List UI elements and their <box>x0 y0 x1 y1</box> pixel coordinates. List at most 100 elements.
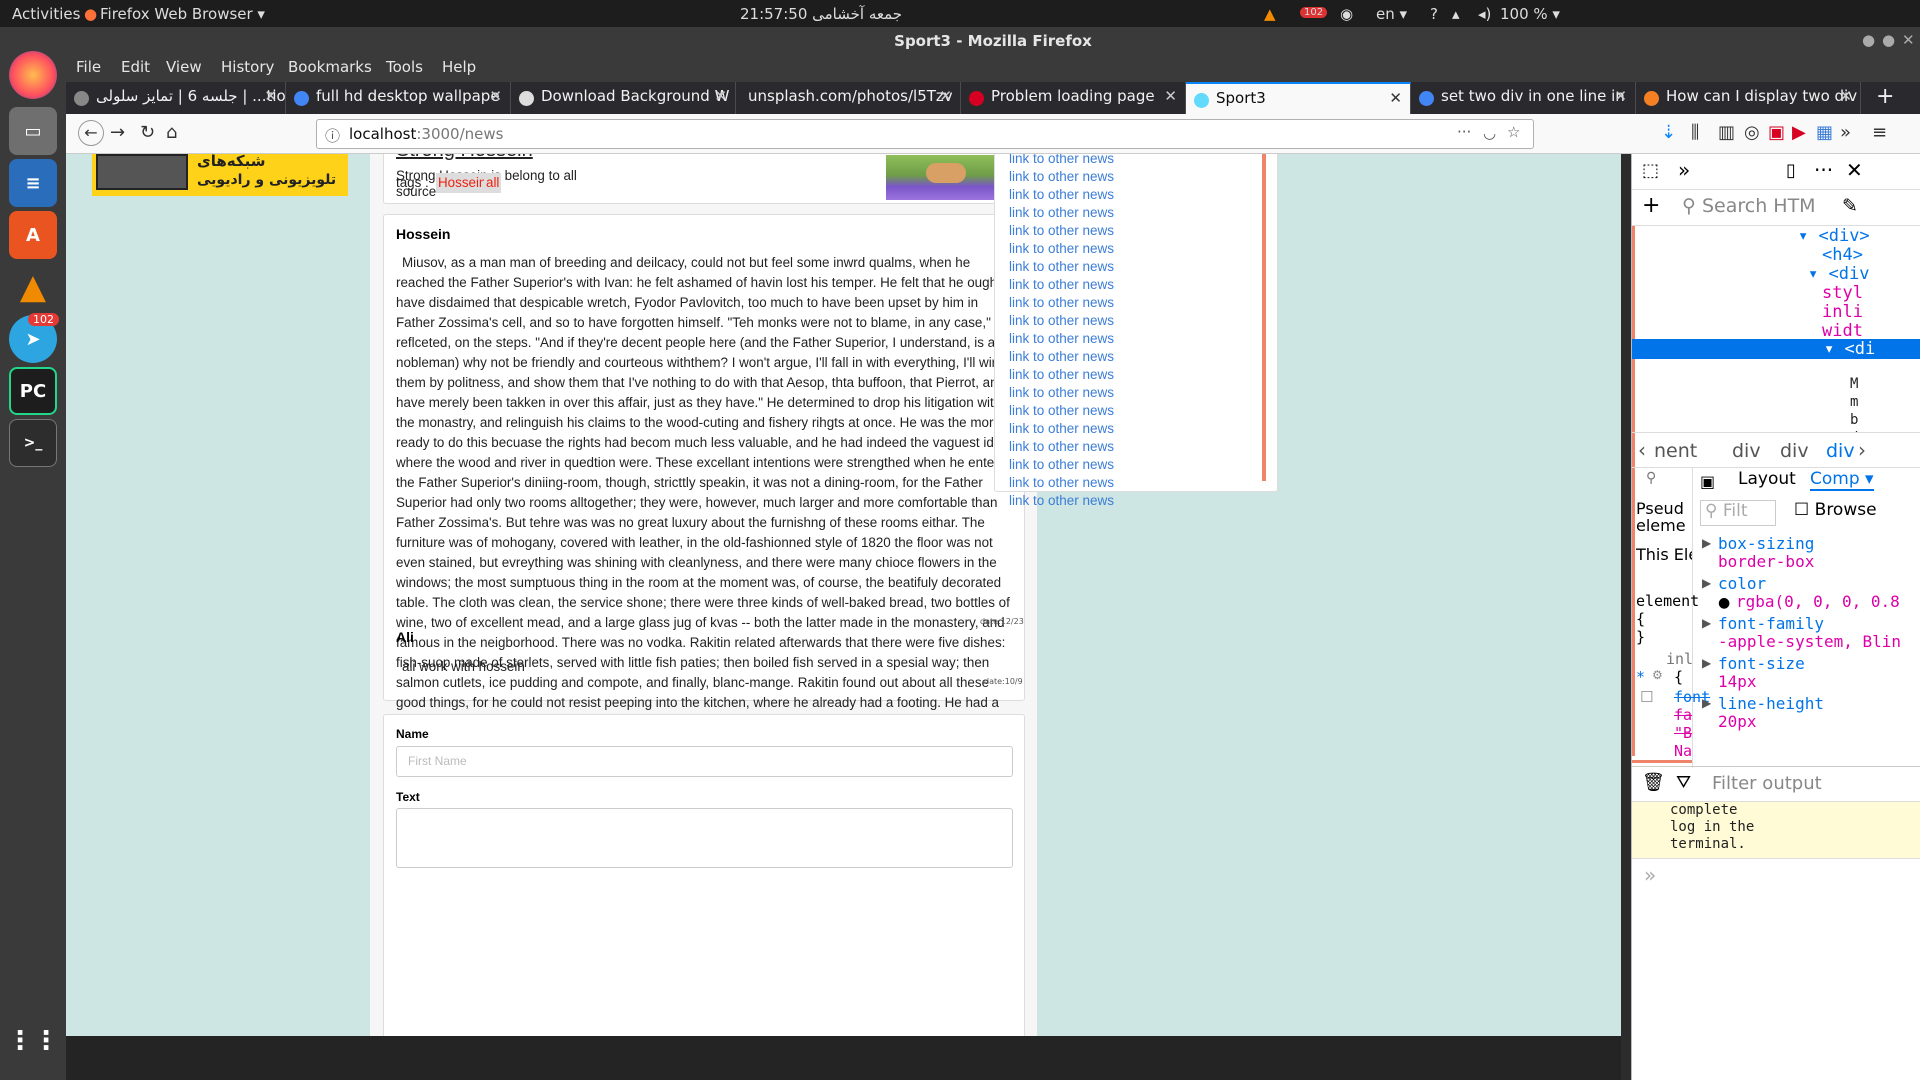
related-news-link[interactable]: link to other news <box>1009 295 1114 310</box>
tab-2[interactable]: Download Background W ✕ <box>511 82 736 114</box>
tag-all[interactable]: all <box>484 173 502 193</box>
universal-selector[interactable]: * <box>1636 668 1645 686</box>
post-title[interactable]: Strong Hossein <box>396 154 533 162</box>
translate-icon[interactable]: ▦ <box>1816 122 1833 143</box>
hamburger-menu-icon[interactable]: ≡ <box>1872 122 1887 143</box>
tree-attr[interactable]: widt <box>1822 321 1863 341</box>
battery-status[interactable]: 100 % ▾ <box>1500 5 1560 23</box>
window-title-bar[interactable]: Sport3 - Mozilla Firefox ● ● ✕ <box>66 27 1920 55</box>
related-news-link[interactable]: link to other news <box>1009 349 1114 364</box>
tab-6[interactable]: set two div in one line in ✕ <box>1411 82 1636 114</box>
overridden-value[interactable]: fa <box>1674 706 1692 724</box>
add-node-icon[interactable]: + <box>1642 193 1660 218</box>
url-text[interactable]: localhost:3000/news <box>349 125 503 143</box>
files-launcher-icon[interactable]: ▭ <box>9 107 57 155</box>
breadcrumb-prev-icon[interactable]: ‹ <box>1638 438 1646 462</box>
tab-3[interactable]: unsplash.com/photos/l5Tzv ✕ <box>736 82 961 114</box>
tree-node[interactable]: <h4> <box>1822 245 1863 265</box>
extension-icon[interactable]: ▣ <box>1768 122 1785 143</box>
help-icon[interactable]: ? <box>1430 5 1438 23</box>
breadcrumb-item[interactable]: div <box>1732 440 1761 462</box>
search-html-input[interactable]: ⚲ Search HTM <box>1682 195 1822 221</box>
filter-output-input[interactable]: Filter output <box>1712 773 1822 794</box>
extension-icon[interactable]: ◎ <box>1744 122 1760 143</box>
related-news-link[interactable]: link to other news <box>1009 241 1114 256</box>
related-news-link[interactable]: link to other news <box>1009 367 1114 382</box>
tab-close-icon[interactable]: ✕ <box>939 87 952 105</box>
library-icon[interactable]: ⫼ <box>1691 122 1699 143</box>
expand-arrow-icon[interactable]: ▶ <box>1702 656 1711 670</box>
forward-button[interactable]: → <box>110 122 125 143</box>
tab-layout[interactable]: Layout <box>1738 469 1796 489</box>
sidebar-icon[interactable]: ▥ <box>1718 122 1735 143</box>
home-button[interactable]: ⌂ <box>166 122 177 143</box>
software-launcher-icon[interactable]: A <box>9 211 57 259</box>
tab-close-icon[interactable]: ✕ <box>489 87 502 105</box>
language-indicator[interactable]: en ▾ <box>1376 5 1407 23</box>
tree-node[interactable]: ▾ <div <box>1808 264 1869 284</box>
text-input[interactable] <box>396 808 1013 868</box>
tab-close-icon[interactable]: ✕ <box>1614 87 1627 105</box>
related-news-link[interactable]: link to other news <box>1009 169 1114 184</box>
tab-computed[interactable]: Comp ▾ <box>1810 469 1874 491</box>
related-news-link[interactable]: link to other news <box>1009 277 1114 292</box>
breadcrumb-next-icon[interactable]: › <box>1858 438 1866 462</box>
close-window-button[interactable]: ✕ <box>1902 31 1915 49</box>
activities-button[interactable]: Activities <box>12 5 80 23</box>
back-button[interactable]: ← <box>78 120 104 146</box>
menu-help[interactable]: Help <box>442 58 476 76</box>
vlc-tray-icon[interactable]: ▲ <box>1264 5 1276 23</box>
menu-edit[interactable]: Edit <box>121 58 150 76</box>
related-news-link[interactable]: link to other news <box>1009 154 1114 166</box>
layout-toggle-icon[interactable]: ▣ <box>1700 472 1715 491</box>
gear-icon[interactable]: ⚙ <box>1652 668 1663 682</box>
related-news-link[interactable]: link to other news <box>1009 493 1114 508</box>
related-news-link[interactable]: link to other news <box>1009 439 1114 454</box>
related-news-link[interactable]: link to other news <box>1009 475 1114 490</box>
tab-close-icon[interactable]: ✕ <box>1389 89 1402 107</box>
writer-launcher-icon[interactable]: ≡ <box>9 159 57 207</box>
tree-attr[interactable]: styl <box>1822 283 1863 303</box>
tray-badge[interactable]: 102 <box>1300 7 1328 18</box>
tab-0[interactable]: جلسه 6 | تمایز سلولی | ...tion✕ <box>66 82 286 114</box>
firefox-launcher-icon[interactable] <box>9 51 57 99</box>
volume-icon[interactable]: ◂) <box>1478 5 1491 23</box>
tray-circle-icon[interactable]: ◉ <box>1340 5 1353 23</box>
clear-console-icon[interactable]: 🗑 <box>1642 772 1665 793</box>
bookmark-star-icon[interactable]: ☆ <box>1507 123 1520 141</box>
terminal-launcher-icon[interactable]: >_ <box>9 419 57 467</box>
declaration-checkbox[interactable]: ☐ <box>1640 688 1653 706</box>
tree-node[interactable]: ▾ <div> <box>1798 226 1870 246</box>
tab-close-icon[interactable]: ✕ <box>264 87 277 105</box>
selected-node[interactable]: ▾ <di <box>1632 339 1920 359</box>
show-apps-icon[interactable]: ⋮⋮ <box>7 1017 59 1065</box>
pick-element-icon[interactable]: ⬚ <box>1642 160 1659 181</box>
menu-file[interactable]: File <box>76 58 101 76</box>
minimize-button[interactable]: ● <box>1862 31 1875 49</box>
name-input[interactable]: First Name <box>396 746 1013 777</box>
clock[interactable]: 21:57:50 جمعه آخشامی <box>740 5 902 23</box>
computed-prop[interactable]: font-family <box>1718 614 1824 633</box>
expand-arrow-icon[interactable]: ▶ <box>1702 536 1711 550</box>
computed-filter-input[interactable]: ⚲ Filt <box>1700 500 1776 526</box>
extension-icon[interactable]: ▶ <box>1792 122 1806 143</box>
tab-4[interactable]: Problem loading page ✕ <box>961 82 1186 114</box>
devtools-menu-icon[interactable]: ··· <box>1814 158 1833 182</box>
breadcrumb-item-active[interactable]: div <box>1826 440 1855 462</box>
related-news-link[interactable]: link to other news <box>1009 403 1114 418</box>
related-news-link[interactable]: link to other news <box>1009 457 1114 472</box>
computed-prop[interactable]: font-size <box>1718 654 1805 673</box>
downloads-icon[interactable]: ⇣ <box>1661 122 1676 143</box>
computed-prop[interactable]: color <box>1718 574 1766 593</box>
console-filter-icon[interactable]: ⛛ <box>1676 772 1691 793</box>
new-tab-button[interactable]: + <box>1876 84 1894 109</box>
related-news-link[interactable]: link to other news <box>1009 223 1114 238</box>
network-icon[interactable]: ▴ <box>1452 5 1460 23</box>
tab-7[interactable]: How can I display two div ✕ <box>1636 82 1861 114</box>
breadcrumb-item[interactable]: div <box>1780 440 1809 462</box>
related-news-link[interactable]: link to other news <box>1009 385 1114 400</box>
breadcrumb-item[interactable]: nent <box>1654 440 1697 462</box>
related-news-link[interactable]: link to other news <box>1009 421 1114 436</box>
tab-close-icon[interactable]: ✕ <box>714 87 727 105</box>
reload-button[interactable]: ↻ <box>140 122 155 143</box>
